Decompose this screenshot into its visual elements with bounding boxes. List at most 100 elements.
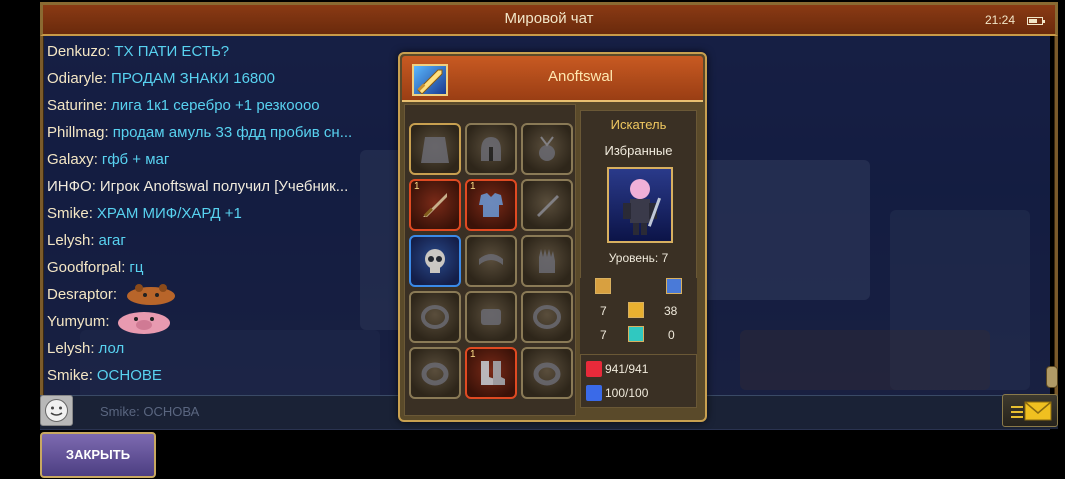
message-author[interactable]: Smike (47, 365, 89, 386)
skull-icon (425, 249, 445, 273)
chat-message: Smike: ХРАМ МИФ/ХАРД +1 (47, 203, 242, 224)
chat-message: Desraptor: (47, 281, 397, 308)
armor-icon (479, 193, 503, 217)
ring-icon (533, 362, 561, 386)
agility-stat-icon (628, 302, 644, 318)
mail-button[interactable] (1002, 394, 1058, 427)
bracelet-icon (533, 305, 561, 329)
item-level-badge: 1 (414, 181, 420, 192)
chat-message: Lelysh: лол (47, 338, 125, 359)
equipment-slot[interactable] (409, 235, 461, 287)
equipment-slot[interactable]: 1 (465, 347, 517, 399)
close-button[interactable]: ЗАКРЫТЬ (40, 432, 156, 478)
mp-value: 100/100 (605, 386, 649, 400)
message-text: ТХ ПАТИ ЕСТЬ? (114, 43, 230, 60)
helmet-icon (481, 137, 501, 161)
class-sword-icon (412, 64, 448, 96)
message-text: лол (98, 340, 125, 357)
equipment-slot[interactable] (465, 291, 517, 343)
message-author[interactable]: Saturine (47, 95, 103, 116)
belt-icon (479, 254, 503, 265)
message-text: агаг (98, 232, 126, 249)
equipment-slot[interactable] (521, 123, 573, 175)
message-author[interactable]: Denkuzo (47, 41, 106, 62)
equipment-slot[interactable] (465, 235, 517, 287)
message-author[interactable]: Odiaryle (47, 68, 103, 89)
character-class: Искатель (610, 117, 667, 132)
chat-title: Мировой чат (504, 10, 594, 27)
chat-message: Lelysh: агаг (47, 230, 126, 251)
bear-emoji-icon (121, 282, 181, 308)
message-text: гц (129, 259, 144, 276)
chat-message: Odiaryle: ПРОДАМ ЗНАКИ 16800 (47, 68, 275, 89)
amulet-icon (539, 136, 555, 161)
bracelet-icon (421, 305, 449, 329)
mp-icon (586, 385, 602, 401)
chat-title-bar: Мировой чат 21:24 (40, 2, 1058, 36)
chat-scrollbar[interactable] (1046, 366, 1058, 388)
battery-icon (1027, 17, 1045, 25)
chat-message: Saturine: лига 1к1 серебро +1 резкоооо (47, 95, 320, 116)
player-name: Anoftswal (547, 68, 614, 85)
equipment-slot[interactable] (521, 291, 573, 343)
hp-icon (586, 361, 602, 377)
equipment-slot[interactable]: 1 (409, 179, 461, 231)
equipment-slot[interactable] (465, 123, 517, 175)
chat-message: Phillmag: продам амуль 33 фдд пробив сн..… (47, 122, 353, 143)
emoji-button[interactable] (40, 395, 73, 426)
chat-message: Denkuzo: ТХ ПАТИ ЕСТЬ? (47, 41, 230, 62)
message-author[interactable]: Phillmag (47, 122, 105, 143)
equipment-slot[interactable] (521, 179, 573, 231)
message-author[interactable]: Lelysh (47, 230, 90, 251)
item-level-badge: 1 (470, 181, 476, 192)
message-author[interactable]: Smike (47, 203, 89, 224)
equipment-grid: 1 1 1 (404, 104, 576, 416)
equipment-slot[interactable] (409, 123, 461, 175)
cape-icon (421, 137, 449, 163)
spirit-stat-icon (628, 326, 644, 342)
chat-message: Goodforpal: гц (47, 257, 144, 278)
chat-message-list[interactable]: Denkuzo: ТХ ПАТИ ЕСТЬ? Odiaryle: ПРОДАМ ЗН… (47, 38, 397, 389)
message-author[interactable]: Yumyum (47, 311, 105, 332)
ring-icon (421, 362, 449, 386)
item-level-badge: 1 (470, 349, 476, 360)
gauntlet-icon (481, 309, 501, 325)
equipment-slot[interactable] (521, 347, 573, 399)
pig-emoji-icon (114, 309, 174, 335)
message-text: гфб + маг (101, 151, 170, 168)
equipment-slot[interactable] (409, 291, 461, 343)
stat-attack: 7 (600, 304, 607, 318)
chat-message-info: ИНФО: Игрок Anoftswal получил [Учебник... (47, 176, 349, 197)
chat-input-preview: Ѕmike: ОСНОВА (100, 404, 200, 419)
chat-message: Yumyum: (47, 308, 397, 335)
message-author[interactable]: Galaxy (47, 149, 94, 170)
attack-stat-icon (595, 278, 611, 294)
popup-header: Anoftswal (402, 56, 703, 102)
equipment-slot[interactable] (521, 235, 573, 287)
chat-message: Galaxy: гфб + маг (47, 149, 170, 170)
equipment-slot[interactable]: 1 (465, 179, 517, 231)
chat-message: Smike: ОСНОВЕ (47, 365, 162, 386)
hp-mp-panel: 941/941 100/100 (580, 354, 697, 408)
character-guild: Избранные (604, 143, 673, 158)
character-stats: 7 38 7 0 (580, 278, 697, 354)
message-text[interactable]: Игрок Anoftswal получил [Учебник... (100, 176, 348, 197)
message-author: ИНФО (47, 178, 92, 195)
message-author[interactable]: Goodforpal (47, 257, 121, 278)
message-author[interactable]: Lelysh (47, 338, 90, 359)
stat-defense: 7 (600, 328, 607, 342)
message-text: лига 1к1 серебро +1 резкоооо (111, 97, 320, 114)
stat-agility: 38 (664, 304, 678, 318)
defense-shield-icon (666, 278, 682, 294)
glove-icon (539, 249, 555, 273)
stat-spirit: 0 (668, 328, 675, 342)
equipment-slot[interactable] (409, 347, 461, 399)
offhand-sword-icon (537, 195, 559, 217)
smiley-icon (45, 399, 68, 422)
message-author[interactable]: Desraptor (47, 284, 113, 305)
player-inspect-popup: Anoftswal 1 1 1 Искатель Избранные Уровень… (398, 52, 707, 422)
character-portrait (607, 167, 673, 243)
character-level: Уровень: 7 (608, 251, 669, 265)
message-text: ХРАМ МИФ/ХАРД +1 (96, 205, 242, 222)
message-text: продам амуль 33 фдд пробив сн... (112, 124, 353, 141)
